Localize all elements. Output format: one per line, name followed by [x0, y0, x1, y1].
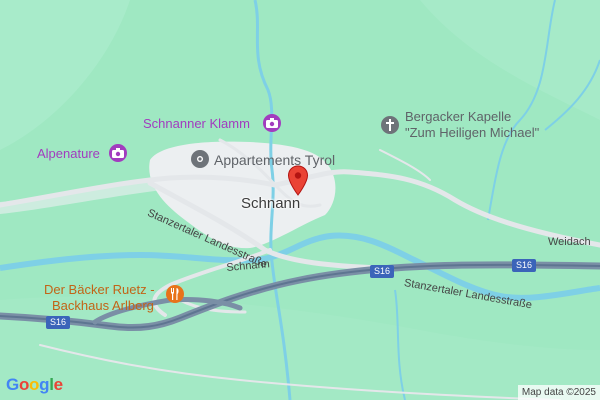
- camera-icon[interactable]: [109, 144, 127, 162]
- poi-label-alpenature[interactable]: Alpenature: [37, 147, 100, 160]
- poi-label-appartements-tyrol[interactable]: Appartements Tyrol: [214, 153, 335, 167]
- map-attribution[interactable]: Map data ©2025: [517, 385, 600, 400]
- highway-shield-s16: S16: [370, 265, 395, 278]
- cross-icon[interactable]: [381, 116, 399, 134]
- poi-label-baecker-line2[interactable]: Backhaus Arlberg: [52, 299, 154, 312]
- poi-label-schnanner-klamm[interactable]: Schnanner Klamm: [143, 117, 250, 130]
- highway-shield-s16: S16: [512, 259, 537, 272]
- restaurant-icon[interactable]: [166, 285, 184, 303]
- hotel-dot-icon[interactable]: [191, 150, 209, 168]
- poi-label-kapelle-line2[interactable]: "Zum Heiligen Michael": [405, 126, 539, 139]
- camera-icon[interactable]: [263, 114, 281, 132]
- town-label-schnann: Schnann: [241, 195, 301, 212]
- highway-shield-s16: S16: [46, 316, 71, 329]
- google-logo: Google: [6, 375, 63, 394]
- map-canvas[interactable]: Stanzertaler Landesstraße Stanzertaler L…: [0, 0, 600, 400]
- map-pin-icon[interactable]: [287, 165, 309, 197]
- poi-label-baecker-line1[interactable]: Der Bäcker Ruetz -: [44, 283, 155, 296]
- poi-label-kapelle-line1[interactable]: Bergacker Kapelle: [405, 110, 511, 123]
- road-label-weidach: Weidach: [548, 236, 591, 248]
